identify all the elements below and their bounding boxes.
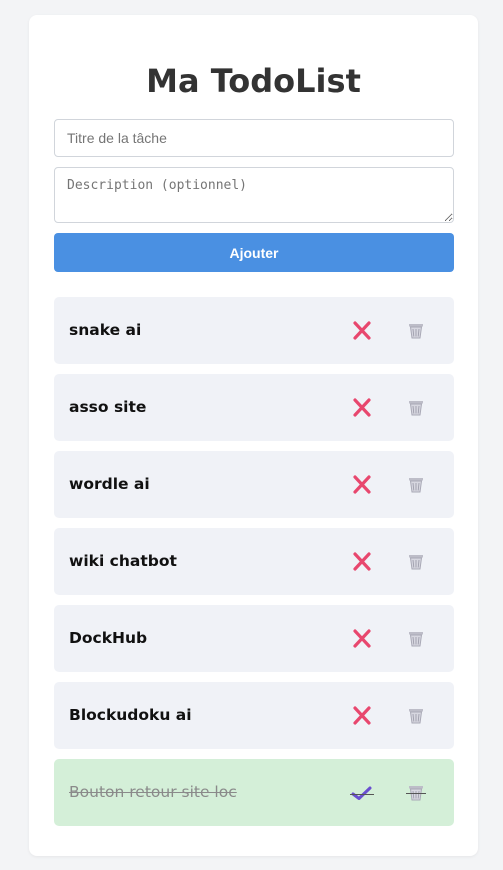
toggle-done-button[interactable] <box>350 474 374 495</box>
check-icon <box>350 786 374 800</box>
trash-icon <box>409 478 423 493</box>
delete-button[interactable] <box>406 706 426 726</box>
todo-card: Ma TodoList Ajouter snake ai asso site <box>29 15 478 856</box>
todo-item-label: snake ai <box>69 321 142 339</box>
cross-icon <box>353 552 371 571</box>
toggle-done-button[interactable] <box>350 628 374 649</box>
todo-item: asso site <box>54 374 454 441</box>
trash-icon <box>409 401 423 416</box>
trash-icon <box>406 786 426 801</box>
toggle-done-button[interactable] <box>350 320 374 341</box>
task-title-input[interactable] <box>54 119 454 157</box>
trash-icon <box>409 324 423 339</box>
delete-button[interactable] <box>406 783 426 803</box>
todo-item: Blockudoku ai <box>54 682 454 749</box>
cross-icon <box>353 706 371 725</box>
cross-icon <box>353 321 371 340</box>
todo-item-label: wordle ai <box>69 475 150 493</box>
toggle-done-button[interactable] <box>350 397 374 418</box>
todo-item-label: Bouton retour site loc <box>69 783 237 801</box>
trash-icon <box>409 555 423 570</box>
delete-button[interactable] <box>406 321 426 341</box>
toggle-done-button[interactable] <box>350 551 374 572</box>
todo-item-completed: Bouton retour site loc <box>54 759 454 826</box>
page-title: Ma TodoList <box>146 62 361 100</box>
todo-item-label: asso site <box>69 398 147 416</box>
delete-button[interactable] <box>406 629 426 649</box>
todo-item-label: wiki chatbot <box>69 552 177 570</box>
todo-item: wiki chatbot <box>54 528 454 595</box>
delete-button[interactable] <box>406 398 426 418</box>
cross-icon <box>353 398 371 417</box>
todo-item-label: DockHub <box>69 629 148 647</box>
todo-item: wordle ai <box>54 451 454 518</box>
trash-icon <box>409 632 423 647</box>
toggle-done-button[interactable] <box>350 782 374 803</box>
delete-button[interactable] <box>406 475 426 495</box>
trash-icon <box>409 709 423 724</box>
todo-item-label: Blockudoku ai <box>69 706 192 724</box>
delete-button[interactable] <box>406 552 426 572</box>
todo-item: snake ai <box>54 297 454 364</box>
task-description-input[interactable] <box>54 167 454 223</box>
add-task-button[interactable]: Ajouter <box>54 233 454 272</box>
todo-list: snake ai asso site wordle ai wiki chatbo… <box>54 297 454 826</box>
toggle-done-button[interactable] <box>350 705 374 726</box>
cross-icon <box>353 629 371 648</box>
cross-icon <box>353 475 371 494</box>
todo-item: DockHub <box>54 605 454 672</box>
